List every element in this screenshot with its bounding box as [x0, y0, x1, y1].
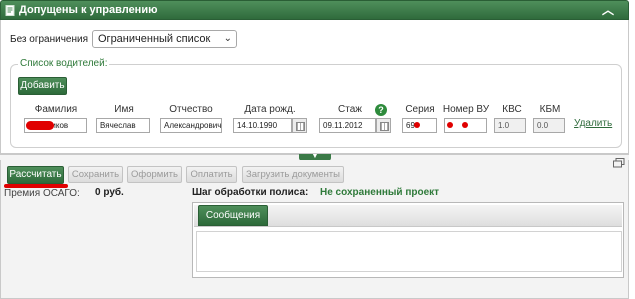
panel-header: Допущены к управлению ︿ — [0, 0, 629, 20]
birth-date-field[interactable]: 14.10.1990 — [233, 118, 292, 133]
patronymic-field[interactable]: Александрович — [160, 118, 222, 133]
premium-value: 0 руб. — [95, 187, 124, 198]
col-kbm: КБМ — [539, 104, 561, 115]
col-surname: Фамилия — [34, 104, 78, 115]
document-icon — [5, 5, 15, 16]
col-name: Имя — [114, 104, 134, 115]
col-birth-date: Дата рожд. — [244, 104, 296, 115]
col-license-no: Номер ВУ — [442, 104, 490, 115]
col-experience: Стаж — [338, 104, 362, 115]
redaction-mark — [26, 121, 54, 130]
col-series: Серия — [405, 104, 435, 115]
kvs-field: 1.0 — [494, 118, 526, 133]
messages-content — [196, 231, 622, 272]
help-icon[interactable]: ? — [375, 104, 387, 116]
chevron-up-icon[interactable]: ︿ — [600, 3, 616, 17]
calendar-icon[interactable] — [292, 118, 307, 133]
tab-messages[interactable]: Сообщения — [198, 205, 268, 226]
drivers-legend: Список водителей: — [18, 58, 110, 69]
col-kvs: КВС — [502, 104, 522, 115]
name-field[interactable]: Вячеслав — [96, 118, 150, 133]
calculate-button[interactable]: Рассчитать — [7, 166, 64, 184]
panel-title: Допущены к управлению — [19, 4, 158, 16]
restriction-select[interactable]: Ограниченный список ⌄ — [92, 30, 237, 48]
restriction-label: Без ограничения — [10, 34, 89, 45]
calendar-icon[interactable] — [376, 118, 391, 133]
redaction-dot — [462, 122, 468, 128]
restriction-selected-value: Ограниченный список — [98, 33, 211, 45]
restore-window-icon[interactable] — [613, 158, 625, 168]
save-button[interactable]: Сохранить — [68, 166, 123, 183]
experience-field[interactable]: 09.11.2012 — [319, 118, 376, 133]
delete-driver-link[interactable]: Удалить — [574, 118, 612, 129]
redaction-dot — [447, 122, 453, 128]
pay-button[interactable]: Оплатить — [186, 166, 237, 183]
step-value: Не сохраненный проект — [320, 187, 440, 198]
premium-label: Премия ОСАГО: — [4, 188, 80, 199]
redaction-dot — [414, 122, 420, 128]
col-patronymic: Отчество — [169, 104, 213, 115]
kbm-field: 0.0 — [533, 118, 565, 133]
chevron-down-icon: ⌄ — [223, 33, 232, 44]
upload-documents-button[interactable]: Загрузить документы — [242, 166, 344, 183]
issue-button[interactable]: Оформить — [127, 166, 182, 183]
add-driver-button[interactable]: Добавить — [18, 77, 67, 95]
step-label: Шаг обработки полиса: — [192, 187, 309, 198]
